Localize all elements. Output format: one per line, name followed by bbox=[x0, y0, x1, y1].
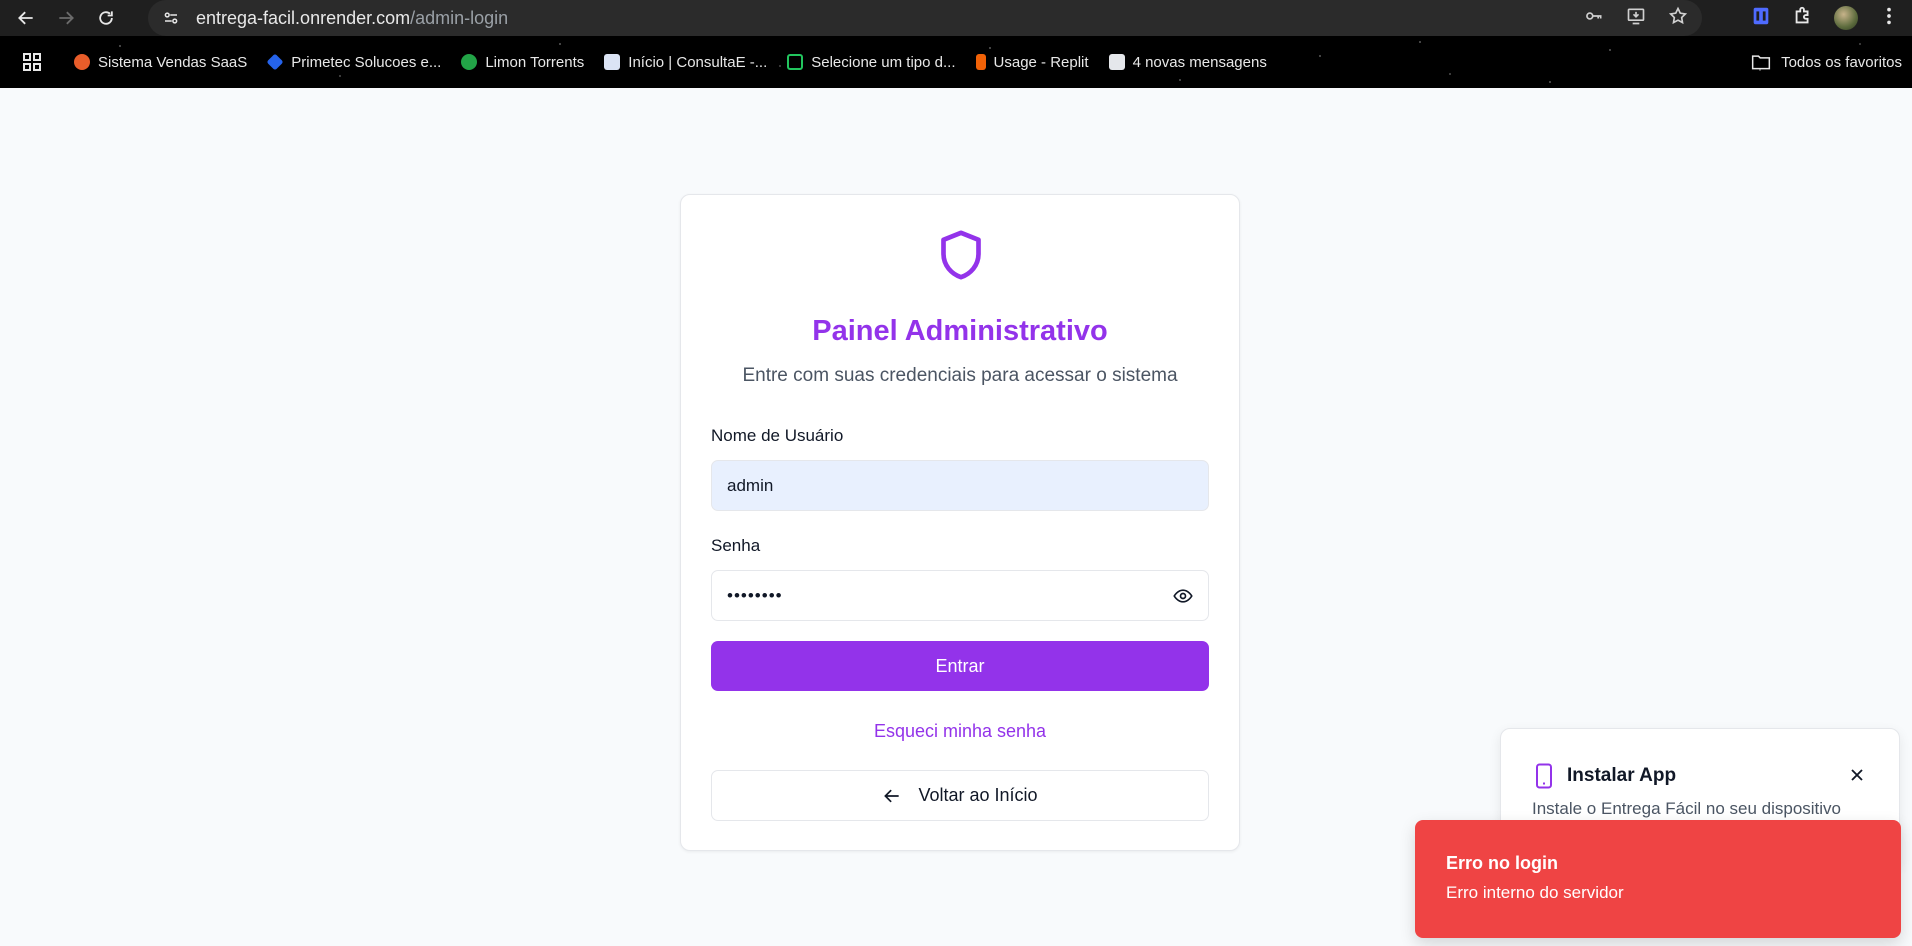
bookmark-item[interactable]: Sistema Vendas SaaS bbox=[74, 54, 247, 71]
install-title: Instalar App bbox=[1567, 765, 1677, 786]
shield-icon bbox=[941, 230, 981, 280]
bookmark-label: Sistema Vendas SaaS bbox=[98, 53, 248, 71]
bookmark-favicon bbox=[1108, 54, 1125, 70]
login-button[interactable]: Entrar bbox=[711, 641, 1209, 691]
forward-icon[interactable] bbox=[52, 4, 80, 32]
back-home-label: Voltar ao Início bbox=[918, 785, 1038, 805]
login-card: Painel Administrativo Entre com suas cre… bbox=[680, 194, 1240, 851]
url-host: entrega-facil.onrender.com bbox=[196, 7, 411, 28]
forgot-password-link[interactable]: Esqueci minha senha bbox=[681, 721, 1239, 742]
password-value: •••••••• bbox=[727, 585, 783, 605]
password-label: Senha bbox=[711, 536, 761, 555]
url-text[interactable]: entrega-facil.onrender.com/admin-login bbox=[196, 8, 508, 29]
eye-icon[interactable] bbox=[1172, 586, 1194, 606]
bookmark-item[interactable]: Selecione um tipo d... bbox=[787, 53, 956, 71]
site-settings-icon[interactable] bbox=[160, 7, 182, 29]
page-title: Painel Administrativo bbox=[812, 315, 1108, 347]
bookmark-favicon bbox=[604, 54, 621, 70]
url-path: /admin-login bbox=[410, 7, 509, 28]
bookmark-favicon bbox=[266, 53, 284, 71]
close-icon[interactable] bbox=[1847, 765, 1867, 785]
arrow-left-icon bbox=[884, 789, 900, 802]
bookmark-favicon bbox=[975, 54, 986, 70]
back-home-button[interactable]: Voltar ao Início bbox=[711, 770, 1209, 821]
all-bookmarks[interactable]: Todos os favoritos bbox=[1751, 36, 1902, 88]
bookmark-label: Início | ConsultaE -... bbox=[628, 53, 768, 71]
browser-toolbar: entrega-facil.onrender.com/admin-login bbox=[0, 0, 1912, 36]
toast-description: Erro interno do servidor bbox=[1446, 883, 1624, 902]
bookmarks-bar: Sistema Vendas SaaS Primetec Solucoes e.… bbox=[0, 36, 1912, 88]
bookmark-item[interactable]: Usage - Replit bbox=[975, 53, 1089, 71]
extension-icon[interactable] bbox=[1750, 5, 1772, 32]
install-icon[interactable] bbox=[1626, 6, 1646, 31]
install-description: Instale o Entrega Fácil no seu dispositi… bbox=[1532, 799, 1842, 818]
page-subtitle: Entre com suas credenciais para acessar … bbox=[742, 365, 1178, 386]
error-toast[interactable]: Erro no login Erro interno do servidor bbox=[1415, 820, 1901, 938]
back-icon[interactable] bbox=[12, 4, 40, 32]
toast-title: Erro no login bbox=[1446, 853, 1558, 873]
apps-grid-icon[interactable] bbox=[20, 50, 44, 74]
bookmark-item[interactable]: Primetec Solucoes e... bbox=[266, 53, 442, 71]
bookmark-favicon bbox=[787, 54, 804, 70]
bookmark-item[interactable]: 4 novas mensagens bbox=[1108, 53, 1267, 71]
bookmark-label: Primetec Solucoes e... bbox=[291, 53, 442, 71]
username-input[interactable]: admin bbox=[711, 460, 1209, 511]
bookmark-label: Usage - Replit bbox=[993, 53, 1089, 71]
bookmark-label: Limon Torrents bbox=[485, 53, 585, 71]
star-icon[interactable] bbox=[1668, 6, 1688, 31]
key-icon[interactable] bbox=[1584, 6, 1604, 31]
password-input[interactable]: •••••••• bbox=[711, 570, 1209, 621]
bookmark-favicon bbox=[74, 54, 90, 70]
bookmark-favicon bbox=[461, 54, 478, 70]
smartphone-icon bbox=[1536, 763, 1552, 789]
bookmark-label: 4 novas mensagens bbox=[1132, 53, 1267, 71]
bookmark-item[interactable]: Limon Torrents bbox=[461, 54, 584, 71]
folder-icon bbox=[1752, 55, 1771, 70]
all-bookmarks-label: Todos os favoritos bbox=[1781, 53, 1902, 71]
extensions-puzzle-icon[interactable] bbox=[1792, 5, 1814, 32]
address-bar[interactable]: entrega-facil.onrender.com/admin-login bbox=[148, 0, 1702, 36]
reload-icon[interactable] bbox=[92, 4, 120, 32]
bookmark-label: Selecione um tipo d... bbox=[811, 53, 956, 71]
profile-avatar[interactable] bbox=[1834, 6, 1858, 30]
username-label: Nome de Usuário bbox=[711, 426, 844, 445]
bookmark-item[interactable]: Início | ConsultaE -... bbox=[604, 54, 767, 71]
menu-dots-icon[interactable] bbox=[1878, 5, 1900, 32]
